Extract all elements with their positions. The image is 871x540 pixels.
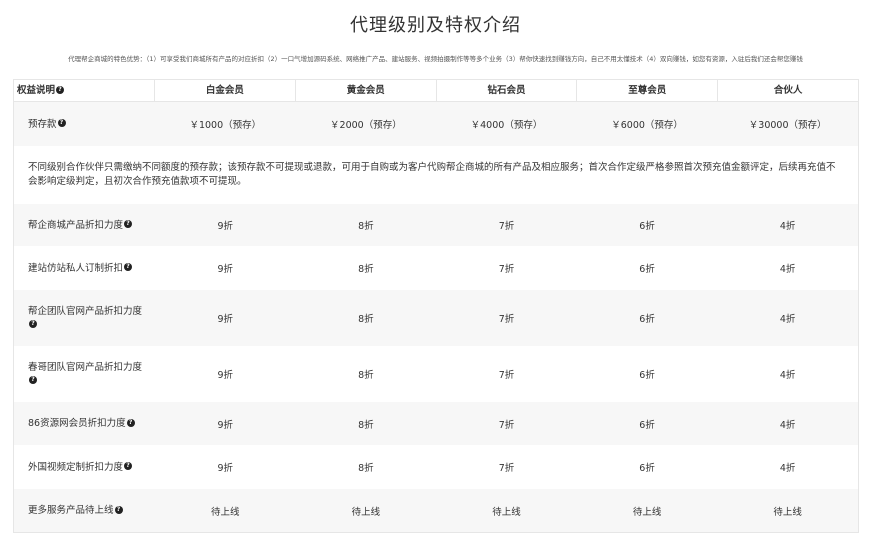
discount-value: 9折 — [217, 314, 234, 325]
row-label: 预存款 — [28, 118, 57, 130]
row-label: 帮企商城产品折扣力度 — [28, 219, 124, 231]
discount-value: 4折 — [779, 314, 796, 325]
deposit-value: ￥1000（预存） — [189, 120, 262, 131]
table-row: 更多服务产品待上线? 待上线 待上线 待上线 待上线 待上线 — [14, 489, 858, 532]
table-header: 权益说明? 白金会员 黄金会员 钻石会员 至尊会员 合伙人 — [14, 80, 858, 102]
help-icon[interactable]: ? — [126, 418, 135, 427]
table-row: 建站仿站私人订制折扣? 9折 8折 7折 6折 4折 — [14, 246, 858, 290]
discount-value: 6折 — [639, 264, 655, 275]
discount-value: 8折 — [358, 264, 374, 275]
row-label: 建站仿站私人订制折扣 — [28, 262, 124, 274]
discount-value: 6折 — [639, 370, 655, 381]
discount-value: 4折 — [779, 370, 796, 381]
discount-value: 8折 — [358, 419, 374, 431]
deposit-value: ￥30000（预存） — [748, 120, 827, 131]
header-cell-benefits: 权益说明? — [14, 80, 155, 101]
discount-value: 7折 — [498, 463, 515, 474]
discount-value: 7折 — [498, 314, 515, 325]
help-icon[interactable]: ? — [124, 263, 133, 271]
header-level-gold: 黄金会员 — [296, 80, 437, 101]
discount-value: 4折 — [779, 463, 796, 474]
table-row: 帮企商城产品折扣力度? 9折 8折 7折 6折 4折 — [14, 204, 858, 246]
help-icon[interactable]: ? — [56, 85, 65, 94]
discount-value: 6折 — [639, 463, 655, 474]
status-value: 待上线 — [632, 506, 662, 518]
discount-value: 7折 — [498, 370, 515, 381]
row-label-cell: 更多服务产品待上线? — [14, 504, 155, 517]
header-benefits-label: 权益说明 — [17, 85, 56, 96]
discount-value: 6折 — [639, 314, 655, 325]
row-label-cell: 帮企商城产品折扣力度? — [14, 219, 155, 232]
row-label: 春哥团队官网产品折扣力度 — [28, 362, 143, 373]
discount-value: 7折 — [498, 419, 515, 431]
discount-value: 4折 — [779, 221, 796, 232]
row-label: 外国视频定制折扣力度 — [28, 461, 124, 473]
deposit-note-row: 不同级别合作伙伴只需缴纳不同额度的预存款；该预存款不可提现或退款，可用于自购或为… — [14, 146, 858, 204]
discount-value: 8折 — [358, 314, 374, 325]
help-icon[interactable]: ? — [29, 375, 37, 384]
status-value: 待上线 — [492, 506, 521, 518]
help-icon[interactable]: ? — [124, 220, 133, 228]
row-label: 86资源网会员折扣力度 — [28, 418, 126, 429]
row-label-cell: 春哥团队官网产品折扣力度? — [14, 361, 155, 387]
row-label-cell: 帮企团队官网产品折扣力度? — [14, 305, 155, 331]
discount-value: 9折 — [217, 419, 234, 431]
discount-value: 7折 — [498, 264, 515, 275]
row-label: 帮企团队官网产品折扣力度 — [28, 306, 143, 317]
discount-value: 4折 — [779, 264, 796, 275]
deposit-value: ￥6000（预存） — [611, 120, 683, 131]
help-icon[interactable]: ? — [29, 319, 37, 328]
header-level-supreme: 至尊会员 — [577, 80, 719, 101]
discount-value: 6折 — [639, 419, 655, 431]
header-level-diamond: 钻石会员 — [437, 80, 578, 101]
deposit-value: ￥4000（预存） — [470, 120, 543, 131]
discount-value: 9折 — [217, 221, 234, 232]
help-icon[interactable]: ? — [114, 505, 123, 514]
discount-value: 9折 — [217, 370, 234, 381]
row-label-cell: 86资源网会员折扣力度? — [14, 417, 155, 430]
membership-table: 权益说明? 白金会员 黄金会员 钻石会员 至尊会员 合伙人 预存款? ￥1000… — [13, 79, 859, 533]
row-label-cell: 外国视频定制折扣力度? — [14, 461, 155, 474]
header-level-platinum: 白金会员 — [155, 80, 296, 101]
deposit-value: ￥2000（预存） — [330, 120, 402, 131]
discount-value: 6折 — [639, 221, 655, 232]
intro-text: 代理帮企商城的特色优势：（1）可享受我们商城所有产品的对应折扣（2）一口气增加源… — [68, 55, 803, 63]
discount-value: 7折 — [498, 221, 515, 232]
table-row: 帮企团队官网产品折扣力度? 9折 8折 7折 6折 4折 — [14, 290, 858, 346]
row-label: 更多服务产品待上线 — [28, 505, 114, 516]
help-icon[interactable]: ? — [124, 462, 133, 470]
table-row: 86资源网会员折扣力度? 9折 8折 7折 6折 4折 — [14, 402, 858, 445]
table-row: 春哥团队官网产品折扣力度? 9折 8折 7折 6折 4折 — [14, 346, 858, 402]
discount-value: 9折 — [217, 463, 234, 474]
status-value: 待上线 — [211, 506, 240, 518]
discount-value: 4折 — [779, 419, 796, 431]
row-label-cell: 预存款? — [14, 118, 155, 131]
discount-value: 9折 — [217, 264, 234, 275]
discount-value: 8折 — [358, 370, 374, 381]
status-value: 待上线 — [773, 506, 802, 518]
row-label-cell: 建站仿站私人订制折扣? — [14, 262, 155, 275]
header-level-partner: 合伙人 — [773, 85, 803, 96]
status-value: 待上线 — [351, 506, 381, 518]
table-row: 外国视频定制折扣力度? 9折 8折 7折 6折 4折 — [14, 445, 858, 489]
deposit-note: 不同级别合作伙伴只需缴纳不同额度的预存款；该预存款不可提现或退款，可用于自购或为… — [28, 162, 836, 187]
help-icon[interactable]: ? — [57, 119, 66, 127]
discount-value: 8折 — [358, 463, 374, 474]
page-title: 代理级别及特权介绍 — [350, 15, 521, 36]
discount-value: 8折 — [358, 221, 374, 232]
table-row-deposit: 预存款? ￥1000（预存） ￥2000（预存） ￥4000（预存） ￥6000… — [14, 102, 858, 146]
